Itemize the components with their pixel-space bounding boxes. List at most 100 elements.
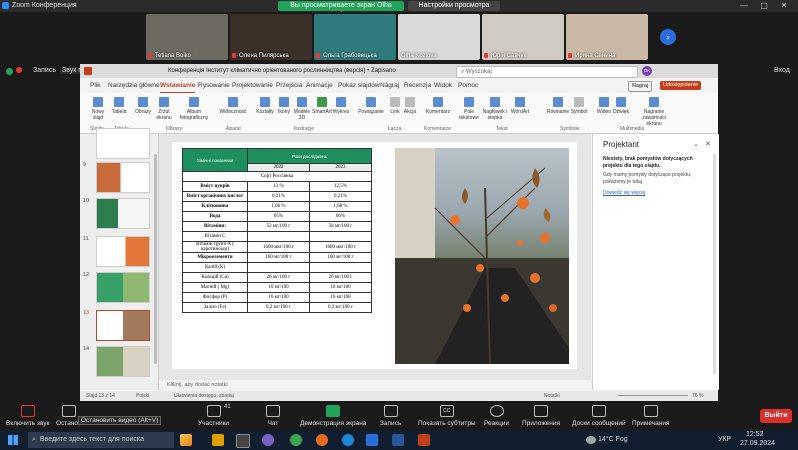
reactions-button[interactable]: Реакции bbox=[484, 405, 509, 427]
participant-tile[interactable]: Ольга Грабовецька bbox=[314, 14, 396, 60]
slide-thumbnail[interactable] bbox=[96, 162, 150, 193]
new-slide-button[interactable]: Nowy slajd bbox=[88, 97, 108, 121]
participant-tile[interactable]: Olha Kozlova bbox=[398, 14, 480, 60]
clock-time[interactable]: 12:52 bbox=[746, 431, 764, 438]
app-icon[interactable] bbox=[180, 434, 192, 446]
shapes-button[interactable]: Kształty bbox=[254, 97, 276, 115]
participant-tile[interactable]: Олена Пилярська bbox=[230, 14, 312, 60]
task-view-icon[interactable] bbox=[236, 434, 250, 448]
record-label[interactable]: Запись bbox=[33, 67, 56, 74]
minimize-icon[interactable]: — bbox=[738, 0, 750, 12]
unmute-button[interactable]: Включить звук bbox=[6, 405, 49, 427]
tab-insert[interactable]: Wstawianie bbox=[160, 80, 196, 93]
pictures-button[interactable]: Obrazy bbox=[134, 97, 152, 115]
icons-button[interactable]: Ikony bbox=[276, 97, 292, 115]
zoom-slider[interactable] bbox=[618, 395, 688, 396]
participant-tile[interactable]: Юрій Савчук bbox=[482, 14, 564, 60]
screen-recording-button[interactable]: Nagranie zawartości ekranu bbox=[634, 97, 674, 127]
designer-scrollbar[interactable] bbox=[713, 154, 716, 374]
search-box[interactable]: ⌕ Wyszukaj bbox=[456, 66, 638, 78]
tab-record[interactable]: Nagraj bbox=[380, 80, 399, 92]
chrome-icon[interactable] bbox=[290, 434, 302, 446]
notes-pane[interactable]: Kliknij, aby dodać notatki bbox=[159, 380, 591, 390]
slide-thumbnail[interactable] bbox=[96, 346, 150, 377]
link-button[interactable]: Link bbox=[388, 97, 402, 115]
search-input[interactable]: Wyszukaj bbox=[466, 69, 492, 75]
action-button[interactable]: Akcja bbox=[402, 97, 418, 115]
edge-icon[interactable] bbox=[342, 434, 354, 446]
audio-button[interactable]: Dźwięk bbox=[612, 97, 630, 115]
share-screen-button[interactable]: Демонстрация экрана bbox=[300, 405, 366, 427]
folder-icon[interactable] bbox=[212, 434, 224, 446]
photo-album-button[interactable]: Album fotograficzny bbox=[178, 97, 210, 121]
share-button[interactable]: Udostępnianie bbox=[660, 81, 702, 90]
tab-plik[interactable]: Plik bbox=[90, 80, 100, 92]
view-settings-button[interactable]: Настройки просмотра bbox=[408, 1, 500, 11]
notes-toggle[interactable]: Notatki bbox=[544, 391, 560, 401]
wordart-button[interactable]: WordArt bbox=[510, 97, 530, 115]
screenshot-button[interactable]: Zrzut ekranu bbox=[154, 97, 174, 121]
slide-thumbnail[interactable] bbox=[96, 272, 150, 303]
accessibility-status[interactable]: Ułatwienia dostępu: zbadaj bbox=[174, 391, 234, 401]
windows-start-icon[interactable] bbox=[8, 435, 18, 445]
text-box-button[interactable]: Pole tekstowe bbox=[458, 97, 480, 121]
maximize-icon[interactable]: ▢ bbox=[758, 0, 770, 12]
participant-tile[interactable]: Ирина Сенина bbox=[566, 14, 648, 60]
leave-button[interactable]: Выйти bbox=[760, 409, 792, 423]
notes-button[interactable]: Примечания bbox=[632, 405, 670, 427]
view-label[interactable]: Вход bbox=[774, 67, 790, 74]
language-status[interactable]: Polski bbox=[136, 391, 149, 401]
video-button[interactable]: Wideo bbox=[596, 97, 612, 115]
search-icon: ⌕ bbox=[32, 436, 36, 443]
chat-button[interactable]: Чат bbox=[266, 405, 280, 427]
tab-review[interactable]: Recenzja bbox=[404, 80, 431, 92]
tab-slideshow[interactable]: Pokaz slajdów bbox=[338, 80, 380, 92]
smartart-button[interactable]: SmartArt bbox=[312, 97, 332, 115]
apps-button[interactable]: Приложения bbox=[522, 405, 560, 427]
comment-button[interactable]: Komentarz bbox=[424, 97, 452, 115]
weather-status[interactable]: 14°C Fog bbox=[598, 436, 628, 443]
next-page-icon[interactable]: › bbox=[660, 29, 676, 45]
zoom-app-icon[interactable] bbox=[366, 434, 378, 446]
participant-tile[interactable]: Tetiana Boiko bbox=[146, 14, 228, 60]
tab-view[interactable]: Widok bbox=[434, 80, 452, 92]
tab-draw[interactable]: Rysowanie bbox=[198, 80, 230, 92]
thumbnail-scrollbar[interactable] bbox=[154, 154, 157, 364]
zoom-link-button[interactable]: Powiązanie bbox=[356, 97, 386, 115]
equation-button[interactable]: Równanie bbox=[546, 97, 570, 115]
header-footer-button[interactable]: Nagłówek i stopka bbox=[480, 97, 510, 121]
slide-thumbnail-active[interactable] bbox=[96, 310, 150, 341]
chevron-down-icon[interactable]: ⌄ bbox=[693, 140, 699, 148]
tab-animations[interactable]: Animacje bbox=[306, 80, 333, 92]
tab-transitions[interactable]: Przejścia bbox=[276, 80, 302, 92]
taskbar-search-input[interactable]: Введите здесь текст для поиска bbox=[40, 436, 144, 443]
input-language[interactable]: УКР bbox=[718, 436, 731, 443]
close-pane-icon[interactable]: ✕ bbox=[705, 140, 711, 148]
firefox-icon[interactable] bbox=[316, 434, 328, 446]
zoom-level[interactable]: 76 % bbox=[692, 391, 703, 401]
learn-more-link[interactable]: Dowiedz się więcej bbox=[603, 190, 645, 196]
slide-thumbnail[interactable] bbox=[96, 198, 150, 229]
slide-thumbnail[interactable] bbox=[96, 128, 150, 159]
tab-help[interactable]: Pomoc bbox=[458, 80, 478, 92]
captions-button[interactable]: CC Показать субтитры bbox=[418, 405, 476, 427]
word-icon[interactable] bbox=[392, 434, 404, 446]
tab-home[interactable]: Narzędzia główne bbox=[108, 80, 160, 92]
cameo-button[interactable]: Widoczność bbox=[216, 97, 250, 115]
avatar[interactable]: OK bbox=[642, 66, 652, 76]
record-button-zoom[interactable]: Запись bbox=[380, 405, 401, 427]
chart-button[interactable]: Wykres bbox=[332, 97, 350, 115]
record-button[interactable]: Nagraj bbox=[628, 81, 653, 92]
tab-design[interactable]: Projektowanie bbox=[232, 80, 273, 92]
whiteboards-button[interactable]: Доски сообщений bbox=[572, 405, 626, 427]
viber-icon[interactable] bbox=[262, 434, 274, 446]
powerpoint-taskbar-icon[interactable] bbox=[418, 434, 430, 446]
close-icon[interactable]: ✕ bbox=[778, 0, 790, 12]
3d-models-button[interactable]: Modele 3D bbox=[292, 97, 312, 121]
taskbar-search[interactable]: ⌕ Введите здесь текст для поиска bbox=[28, 432, 174, 448]
clock-date[interactable]: 27.09.2024 bbox=[740, 440, 775, 447]
slide-thumbnail[interactable] bbox=[96, 236, 150, 267]
slide[interactable]: Хімічні показники Роки досліджень 2022 2… bbox=[172, 142, 577, 369]
table-button[interactable]: Tabela bbox=[110, 97, 128, 115]
symbol-button[interactable]: Symbol bbox=[570, 97, 588, 115]
